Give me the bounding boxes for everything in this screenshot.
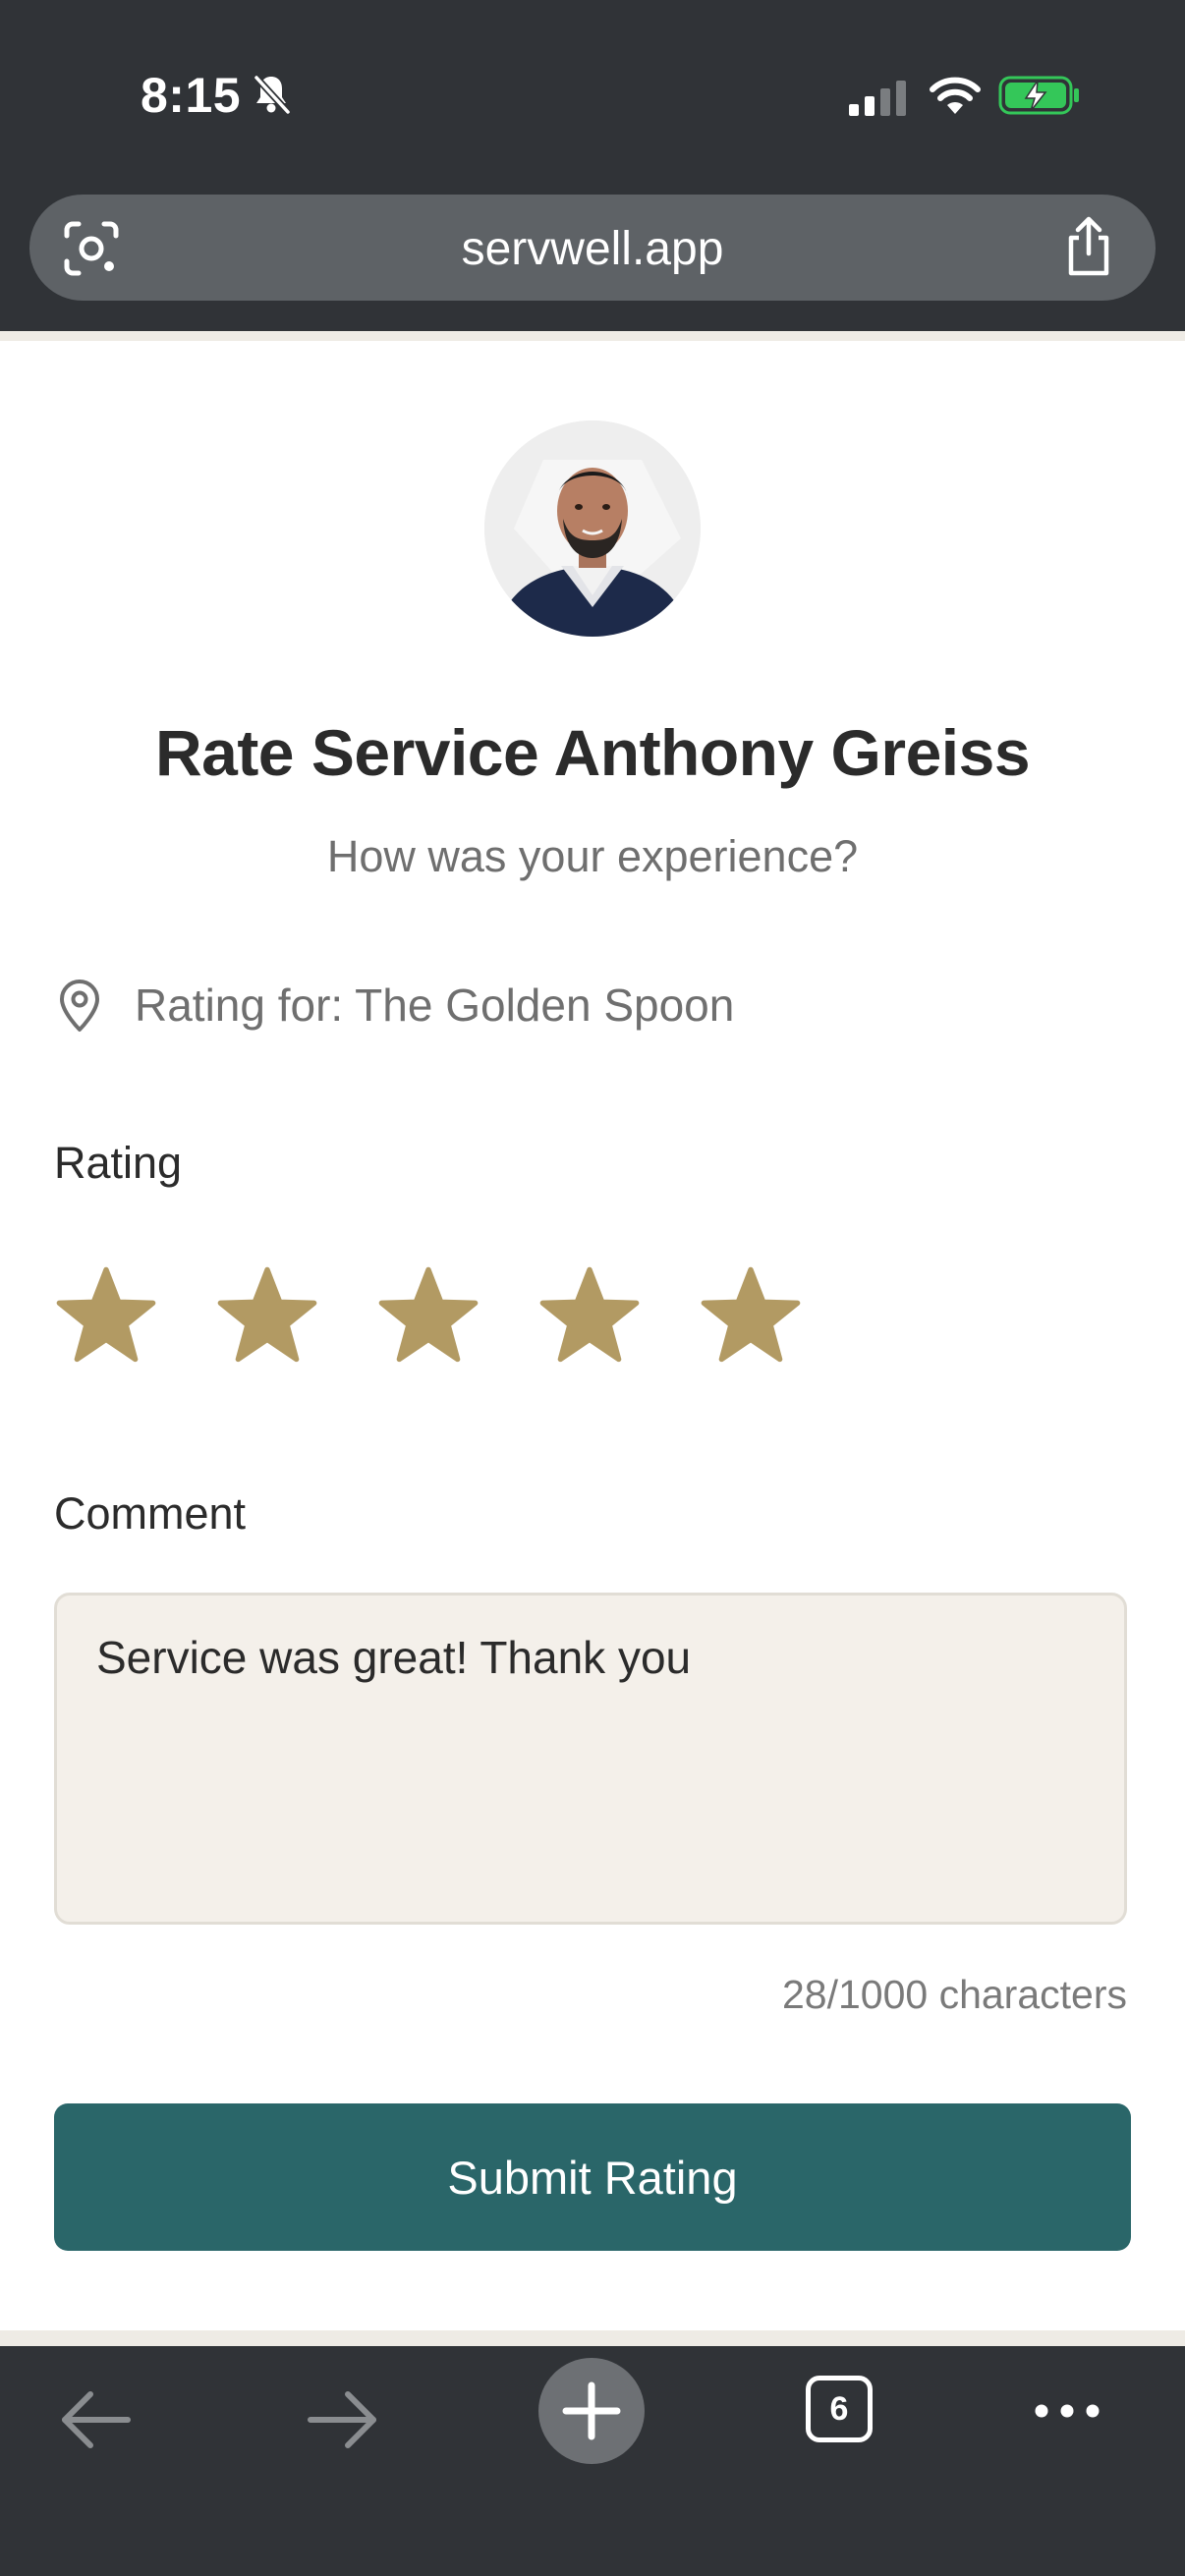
more-icon[interactable] [1032,2389,1102,2433]
star-3-icon[interactable] [376,1263,480,1368]
browser-top-chrome: 8:15 servwell.app [0,0,1185,331]
share-icon[interactable] [1061,216,1116,277]
page-bottom-edge [0,2330,1185,2346]
status-time: 8:15 [141,68,242,123]
url-text[interactable]: servwell.app [29,222,1156,276]
avatar [484,420,701,637]
new-tab-button[interactable] [538,2358,645,2464]
battery-charging-icon [998,76,1079,115]
plus-icon [562,2381,621,2440]
comment-textarea[interactable]: Service was great! Thank you [54,1593,1127,1925]
bell-slash-icon [254,75,291,115]
cellular-signal-icon [849,81,906,116]
star-5-icon[interactable] [699,1263,803,1368]
back-arrow-icon[interactable] [57,2385,134,2454]
forward-arrow-icon[interactable] [305,2385,381,2454]
character-count: 28/1000 characters [781,1972,1127,2017]
submit-rating-button[interactable]: Submit Rating [54,2103,1131,2251]
url-bar[interactable]: servwell.app [29,195,1156,301]
browser-bottom-toolbar: 6 [0,2346,1185,2576]
page-subtitle: How was your experience? [326,831,859,881]
star-2-icon[interactable] [215,1263,319,1368]
rating-label: Rating [54,1138,183,1188]
page-title: Rate Service Anthony Greiss [154,716,1031,789]
star-4-icon[interactable] [537,1263,642,1368]
location-text: Rating for: The Golden Spoon [135,980,735,1031]
star-1-icon[interactable] [54,1263,158,1368]
tabs-button[interactable]: 6 [806,2376,873,2442]
wifi-icon [930,77,981,114]
location-pin-icon [60,980,99,1032]
page-top-edge [0,331,1185,341]
comment-label: Comment [54,1488,247,1539]
